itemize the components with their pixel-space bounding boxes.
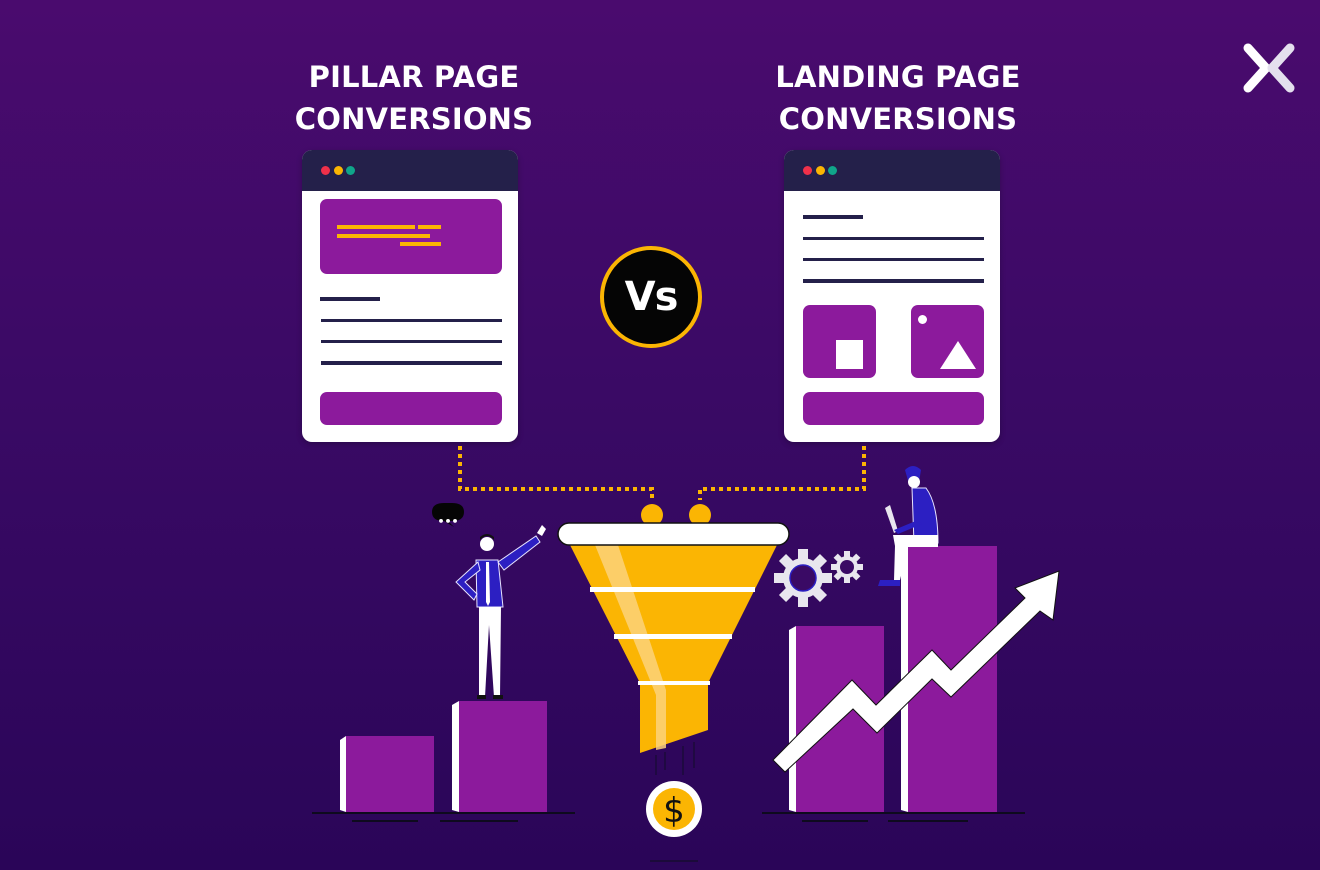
funnel-scene: $ ••• [312,446,1060,862]
funnel-icon [557,522,790,775]
dollar-coin-icon: $ [646,781,702,862]
dollar-symbol: $ [663,791,685,831]
bar-side-highlight [452,701,459,812]
dotted-connector-left [458,446,654,500]
bar-side-highlight [789,626,796,812]
dotted-connector-right [698,446,866,500]
standing-man-figure: ••• [432,503,546,699]
left-bar-chart [312,701,575,822]
bar-high [459,701,547,812]
gears-icon [774,549,863,607]
bar-side-highlight [340,736,346,812]
laptop-icon [885,505,898,533]
bar-low [346,736,434,812]
speech-bubble-dots: ••• [437,515,458,528]
